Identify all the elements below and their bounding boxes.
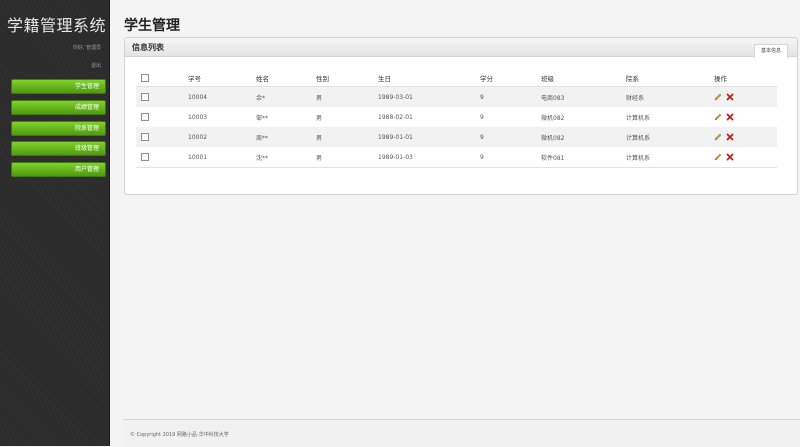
row-select-cell: [136, 86, 187, 107]
gender-cell: 男: [315, 86, 377, 107]
sidebar-item-class-management[interactable]: 班级管理: [11, 141, 106, 157]
select-all-checkbox[interactable]: [141, 73, 149, 82]
gender-cell: 男: [316, 114, 323, 122]
pencil-icon[interactable]: [714, 93, 722, 101]
actions-cell: [713, 127, 777, 147]
row-checkbox[interactable]: [141, 93, 149, 101]
column-header[interactable]: 性别: [315, 69, 377, 87]
user-greeting: 你好, 管理员: [72, 45, 101, 51]
gender-cell: 男: [315, 147, 377, 168]
pencil-icon[interactable]: [714, 113, 722, 121]
credits-cell: 9: [479, 147, 540, 168]
row-select-cell: [136, 147, 187, 168]
table-header-row: 学号 姓名 性别 生日 学分 班级 院系 操作: [136, 69, 777, 87]
class-cell: 微机082: [540, 127, 625, 147]
class-cell: 电商083: [540, 86, 625, 107]
birthday-cell: 1989-01-03: [377, 147, 479, 168]
delete-x-icon[interactable]: [726, 153, 734, 161]
actions-cell: [713, 107, 777, 127]
column-header[interactable]: 学分: [479, 69, 540, 87]
actions-cell: [713, 86, 777, 107]
sidebar-item-department-management[interactable]: 院系管理: [11, 120, 106, 136]
student-id-cell: 10001: [187, 147, 255, 168]
column-header[interactable]: 生日: [377, 69, 479, 87]
column-header[interactable]: 院系: [625, 69, 713, 87]
table-row: 10002 周** 男 1989-01-01 9 微机082 计算机系: [136, 127, 777, 147]
panel-title: 信息列表: [132, 43, 164, 52]
app-title: 学籍管理系统: [7, 16, 107, 35]
column-header: 操作: [713, 69, 777, 87]
student-id-cell: 10004: [187, 86, 255, 107]
department-cell: 计算机系: [625, 127, 713, 147]
row-select-cell: [136, 127, 187, 147]
sidebar: 学籍管理系统 你好, 管理员 退出 学生管理 成绩管理 院系管理 班级管理 用户…: [0, 0, 110, 446]
logout-link[interactable]: 退出: [91, 62, 101, 69]
pencil-icon[interactable]: [714, 153, 722, 161]
class-cell: 微机082: [541, 114, 565, 122]
row-select-cell: [136, 107, 187, 127]
table-row: 10004 余* 男 1989-03-01 9 电商083 财经系: [136, 86, 777, 107]
gender-cell: 男: [315, 127, 377, 147]
name-cell: 周**: [255, 127, 315, 147]
main-content: 学生管理 信息列表 基本信息 学号 姓名 性别 生日 学分 班级 院系 操作 1…: [110, 0, 800, 447]
table-row: 10003 邹** 男 1988-02-01 9 微机082 计算机系: [136, 107, 777, 127]
credits-cell: 9: [479, 127, 540, 147]
class-cell: 软件081: [540, 147, 625, 168]
department-cell: 财经系: [625, 86, 713, 107]
select-all-cell: [136, 69, 187, 87]
table-row: 10001 沈** 男 1989-01-03 9 软件081 计算机系: [136, 147, 777, 168]
delete-x-icon[interactable]: [726, 133, 734, 141]
student-id-cell: 10003: [188, 113, 208, 121]
delete-x-icon[interactable]: [726, 93, 734, 101]
birthday-cell: 1989-01-01: [377, 127, 479, 147]
birthday-cell: 1988-02-01: [378, 113, 413, 121]
sidebar-item-user-management[interactable]: 用户管理: [11, 162, 106, 178]
row-checkbox[interactable]: [141, 153, 149, 161]
student-table: 学号 姓名 性别 生日 学分 班级 院系 操作 10004 余* 男 1989-…: [136, 69, 777, 168]
birthday-cell: 1989-03-01: [377, 86, 479, 107]
department-cell: 计算机系: [626, 114, 651, 122]
name-cell: 余*: [255, 86, 315, 107]
page-title: 学生管理: [124, 18, 180, 34]
info-list-panel: 信息列表 基本信息 学号 姓名 性别 生日 学分 班级 院系 操作 10004 …: [124, 37, 798, 195]
column-header[interactable]: 学号: [187, 69, 255, 87]
column-header[interactable]: 姓名: [255, 69, 315, 87]
sidebar-item-grade-management[interactable]: 成绩管理: [11, 99, 106, 115]
row-checkbox[interactable]: [141, 113, 149, 121]
tab-basic-info[interactable]: 基本信息: [753, 44, 788, 58]
sidebar-nav: 学生管理 成绩管理 院系管理 班级管理 用户管理: [11, 79, 106, 183]
column-header[interactable]: 班级: [540, 69, 625, 87]
delete-x-icon[interactable]: [726, 113, 734, 121]
actions-cell: [713, 147, 777, 168]
footer-copyright: © Copyright 2019 网路小品-华中科技大学: [130, 432, 229, 438]
department-cell: 计算机系: [625, 147, 713, 168]
student-id-cell: 10002: [187, 127, 255, 147]
credits-cell: 9: [480, 113, 484, 121]
name-cell: 邹**: [256, 114, 269, 122]
footer: © Copyright 2019 网路小品-华中科技大学: [123, 419, 800, 447]
name-cell: 沈**: [255, 147, 315, 168]
row-checkbox[interactable]: [141, 133, 149, 141]
panel-header: 信息列表 基本信息: [125, 38, 797, 58]
sidebar-item-student-management[interactable]: 学生管理: [11, 79, 106, 94]
pencil-icon[interactable]: [714, 133, 722, 141]
credits-cell: 9: [479, 86, 540, 107]
